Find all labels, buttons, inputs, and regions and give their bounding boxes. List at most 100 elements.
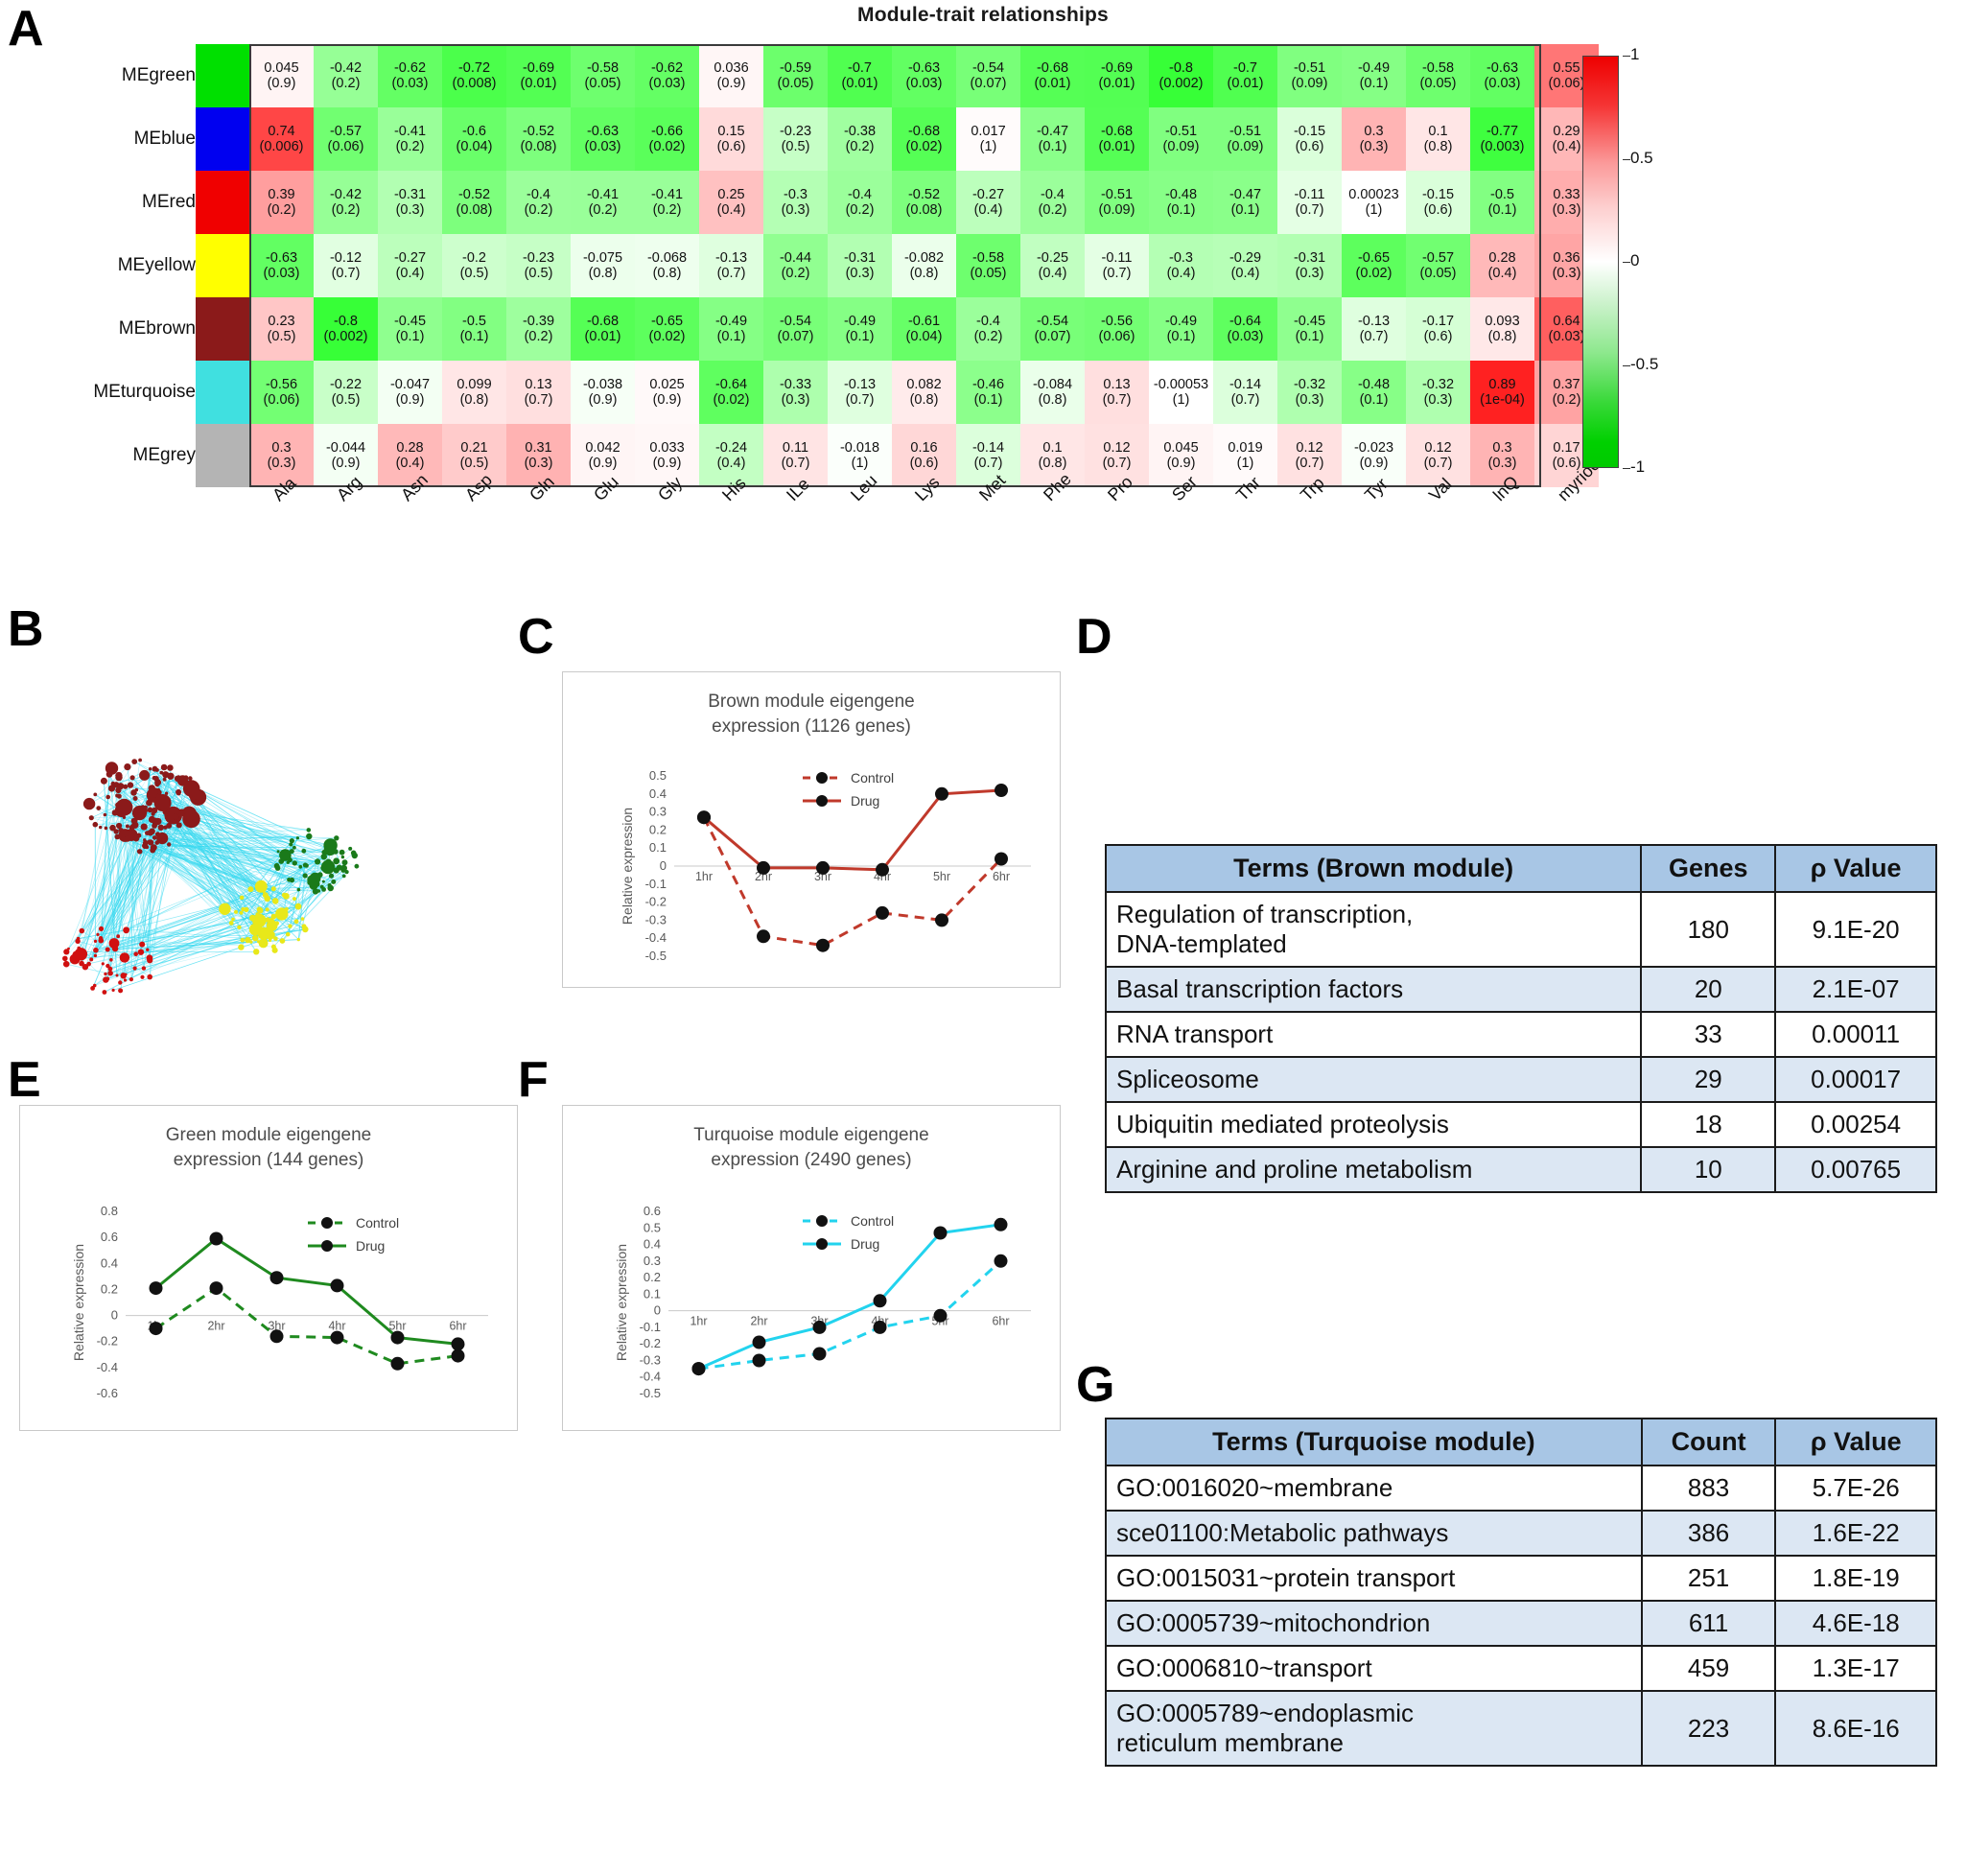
chart-y-tick-label: 0.6	[101, 1230, 118, 1244]
heatmap-cell: -0.45 (0.1)	[1277, 297, 1342, 361]
network-node	[289, 877, 295, 883]
heatmap-cell-pvalue: (0.9)	[395, 392, 425, 408]
network-node	[129, 824, 135, 831]
heatmap-cell: -0.23 (0.5)	[506, 234, 571, 297]
heatmap-cell: -0.17 (0.6)	[1406, 297, 1470, 361]
network-node	[147, 973, 152, 980]
heatmap-cell: -0.14 (0.7)	[1213, 361, 1277, 424]
network-node	[298, 864, 303, 869]
network-node	[132, 796, 138, 801]
heatmap-cell-pvalue: (0.9)	[1166, 456, 1196, 471]
table-row: RNA transport 33 0.00011	[1104, 1011, 1937, 1058]
heatmap-cell-correlation: -0.45	[393, 313, 427, 329]
heatmap-cell-correlation: -0.23	[779, 123, 812, 139]
heatmap-cell-correlation: -0.3	[1169, 249, 1193, 266]
heatmap-row: MEred 0.39 (0.2) -0.42 (0.2) -0.31 (0.3) -0.52(…	[92, 171, 1599, 234]
heatmap-cell-correlation: -0.58	[1421, 59, 1455, 76]
network-node	[223, 904, 229, 910]
heatmap-cell-pvalue: (0.4)	[716, 456, 746, 471]
heatmap-cell-pvalue: (0.9)	[652, 392, 682, 408]
heatmap-cell-pvalue: (0.05)	[777, 76, 814, 91]
heatmap-cell-pvalue: (0.06)	[263, 392, 300, 408]
network-node	[351, 852, 358, 859]
colorbar-tick-label: 0	[1630, 251, 1640, 270]
heatmap-cell-pvalue: (0.09)	[1162, 139, 1200, 154]
heatmap-cell-pvalue: (0.03)	[263, 266, 300, 281]
heatmap-cell: -0.29 (0.4)	[1213, 234, 1277, 297]
network-node	[289, 842, 293, 847]
heatmap-cell-correlation: 0.3	[271, 439, 292, 456]
heatmap-cell-pvalue: (0.8)	[1038, 456, 1067, 471]
network-node	[239, 895, 245, 901]
heatmap-row-label: MEturquoise	[93, 382, 196, 402]
chart-data-point	[876, 862, 889, 877]
table-cell-pvalue: 1.3E-17	[1774, 1645, 1937, 1692]
heatmap-cell-correlation: -0.24	[714, 439, 748, 456]
chart-data-point	[697, 810, 711, 825]
heatmap-cell-correlation: -0.39	[522, 313, 555, 329]
network-node	[176, 822, 182, 829]
heatmap-cell: -0.58 (0.05)	[571, 44, 635, 107]
table-row: GO:0015031~protein transport 251 1.8E-19	[1105, 1555, 1937, 1602]
panel-letter-g: G	[1076, 1357, 1115, 1413]
heatmap-cell-pvalue: (0.7)	[1423, 456, 1453, 471]
heatmap-cell: -0.41 (0.2)	[635, 171, 699, 234]
colorbar-tick-line	[1623, 364, 1630, 366]
heatmap-cell: -0.49 (0.1)	[699, 297, 763, 361]
heatmap-cell-correlation: 0.23	[268, 313, 295, 329]
heatmap-cell-pvalue: (0.01)	[1227, 76, 1264, 91]
chart-data-point	[451, 1337, 465, 1351]
heatmap-cell: 0.017 (1)	[956, 107, 1020, 171]
network-node	[151, 807, 158, 814]
network-node	[75, 938, 81, 944]
heatmap-cell-pvalue: (0.05)	[1419, 266, 1457, 281]
network-node	[139, 941, 146, 948]
network-node	[271, 898, 276, 903]
network-node	[302, 862, 308, 868]
chart-legend-marker	[816, 772, 828, 784]
chart-x-tick-label: 5hr	[933, 870, 950, 883]
network-node	[315, 858, 321, 865]
heatmap-cell-pvalue: (0.1)	[1166, 202, 1196, 218]
heatmap-cell-correlation: -0.68	[1100, 123, 1134, 139]
table-row: GO:0006810~transport 459 1.3E-17	[1105, 1645, 1937, 1692]
table-g-turquoise-terms: Terms (Turquoise module) Count ρ Value GO:0…	[1105, 1418, 1937, 1767]
network-node	[152, 835, 157, 840]
heatmap-cell-correlation: -0.59	[779, 59, 812, 76]
heatmap-cell-correlation: 0.39	[268, 186, 295, 202]
heatmap-cell-pvalue: (0.02)	[648, 139, 686, 154]
heatmap-cell-correlation: -0.54	[971, 59, 1005, 76]
heatmap-cell-pvalue: (0.02)	[1355, 266, 1393, 281]
heatmap-cell-pvalue: (0.1)	[459, 329, 489, 344]
heatmap-cell-pvalue: (0.09)	[1098, 202, 1135, 218]
chart-series-line	[154, 1236, 458, 1346]
chart-data-point	[451, 1348, 465, 1363]
network-node	[270, 886, 276, 892]
heatmap-cell-correlation: -0.63	[586, 123, 620, 139]
chart-y-tick-label: 0.1	[644, 1286, 661, 1301]
heatmap-cell-pvalue: (0.6)	[716, 139, 746, 154]
heatmap-cell-correlation: -0.41	[586, 186, 620, 202]
network-node	[327, 884, 335, 892]
network-node	[129, 977, 133, 982]
chart-y-axis-title: Relative expression	[620, 808, 635, 925]
network-node	[96, 806, 102, 810]
chart-legend-marker	[321, 1217, 333, 1229]
table-cell-pvalue: 0.00017	[1774, 1056, 1937, 1103]
table-cell-term-line1: Regulation of transcription,	[1116, 900, 1414, 928]
heatmap-cell-correlation: 0.017	[971, 123, 1006, 139]
table-cell-term-line1: GO:0005789~endoplasmic	[1116, 1699, 1415, 1727]
heatmap-cell-pvalue: (0.2)	[845, 139, 875, 154]
network-node	[146, 948, 150, 951]
heatmap-cell-correlation: -0.068	[646, 249, 688, 266]
heatmap-cell: -0.4 (0.2)	[828, 171, 892, 234]
table-cell-count: 10	[1640, 1146, 1777, 1193]
colorbar-tick-line	[1623, 158, 1630, 160]
heatmap-cell: -0.56 (0.06)	[1085, 297, 1149, 361]
heatmap-cell: -0.41 (0.2)	[378, 107, 442, 171]
chart-data-point	[269, 1271, 284, 1285]
heatmap-cell: -0.13 (0.7)	[699, 234, 763, 297]
heatmap-row: MEgreen 0.045 (0.9) -0.42 (0.2) -0.62 (0.03) -0…	[92, 44, 1599, 107]
chart-y-tick-label: 0.3	[649, 805, 667, 819]
heatmap-cell-correlation: -0.51	[1293, 59, 1326, 76]
